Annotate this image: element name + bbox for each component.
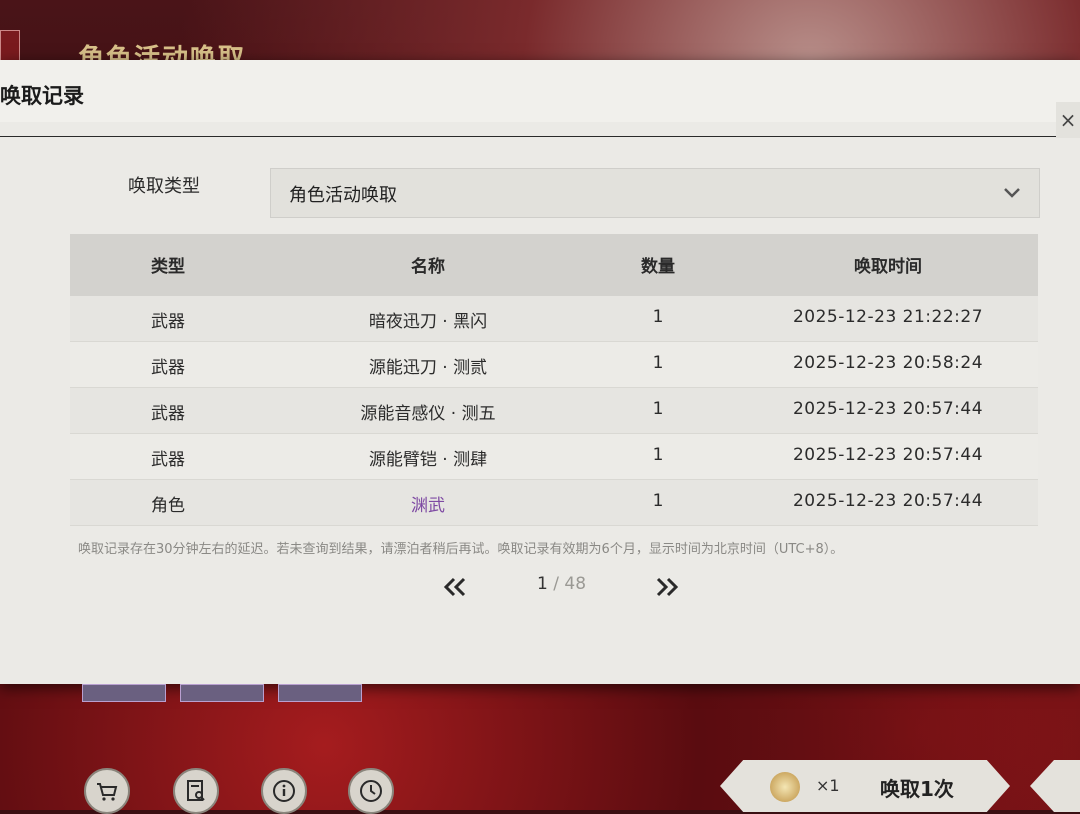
cell-type: 角色 [151,496,185,516]
pull-record-table: 类型 名称 数量 唤取时间 武器 暗夜迅刀 · 黑闪 1 2025-12-23 … [70,234,1038,526]
table-row: 武器 源能迅刀 · 测贰 1 2025-12-23 20:58:24 [70,342,1038,388]
shop-button[interactable] [84,768,130,814]
total-pages: 48 [564,574,587,594]
header-name: 名称 [411,257,445,277]
record-search-icon [187,780,205,801]
cell-type: 武器 [151,404,185,424]
pagination: 1 / 48 [0,572,1080,602]
pull-once-button[interactable]: ×1 唤取1次 [720,760,1010,812]
cell-time: 2025-12-23 20:58:24 [792,353,984,373]
header-quantity: 数量 [641,257,675,277]
dialog-title: 唤取记录 [0,84,84,108]
cell-name: 源能臂铠 · 测肆 [368,450,488,470]
filter-label: 唤取类型 [128,176,200,197]
cell-time: 2025-12-23 20:57:44 [792,445,984,465]
page-separator: / [547,574,565,594]
cell-type: 武器 [151,450,185,470]
cell-time: 2025-12-23 20:57:44 [792,399,984,419]
cell-quantity: 1 [652,307,664,327]
page-indicator: 1 / 48 [537,574,586,594]
header-time: 唤取时间 [854,257,922,277]
cell-time: 2025-12-23 20:57:44 [792,491,984,511]
banner-thumbnail[interactable] [278,684,362,702]
table-header: 类型 名称 数量 唤取时间 [70,234,1038,296]
delay-notice: 唤取记录存在30分钟左右的延迟。若未查询到结果，请漂泊者稍后再试。唤取记录有效期… [78,542,844,557]
prev-page-icon[interactable] [442,576,468,598]
cell-name: 源能音感仪 · 测五 [360,404,496,424]
cell-quantity: 1 [652,353,664,373]
current-page: 1 [537,574,548,594]
close-icon[interactable]: × [1056,102,1080,138]
history-icon [360,780,382,802]
banner-badge [0,30,20,64]
cell-quantity: 1 [652,399,664,419]
pull-type-selected: 角色活动唤取 [289,185,397,206]
pull-record-dialog: 唤取记录 × 唤取类型 角色活动唤取 类型 名称 数量 唤取时间 武器 暗夜迅刀… [0,60,1080,684]
cell-name: 渊武 [411,496,445,516]
chevron-down-icon [1004,188,1020,198]
cart-icon [97,783,118,801]
table-row: 武器 源能音感仪 · 测五 1 2025-12-23 20:57:44 [70,388,1038,434]
dialog-header: 唤取记录 [0,60,1080,122]
table-row: 武器 源能臂铠 · 测肆 1 2025-12-23 20:57:44 [70,434,1038,480]
banner-thumbnail[interactable] [82,684,166,702]
cell-name: 源能迅刀 · 测贰 [368,358,488,378]
coin-icon [770,772,800,802]
header-type: 类型 [151,257,185,277]
cell-quantity: 1 [652,445,664,465]
pull-cost: ×1 [816,776,840,795]
history-button[interactable] [348,768,394,814]
cell-name: 暗夜迅刀 · 黑闪 [368,312,488,332]
pull-type-select[interactable]: 角色活动唤取 [270,168,1040,218]
cell-quantity: 1 [652,491,664,511]
record-button[interactable] [173,768,219,814]
header-divider [0,136,1070,137]
next-page-icon[interactable] [654,576,680,598]
cell-type: 武器 [151,358,185,378]
banner-thumbnail[interactable] [180,684,264,702]
cell-time: 2025-12-23 21:22:27 [792,307,984,327]
pull-once-label: 唤取1次 [880,777,954,801]
info-icon [273,780,295,802]
details-button[interactable] [261,768,307,814]
cell-type: 武器 [151,312,185,332]
table-row: 武器 暗夜迅刀 · 黑闪 1 2025-12-23 21:22:27 [70,296,1038,342]
table-row: 角色 渊武 1 2025-12-23 20:57:44 [70,480,1038,526]
